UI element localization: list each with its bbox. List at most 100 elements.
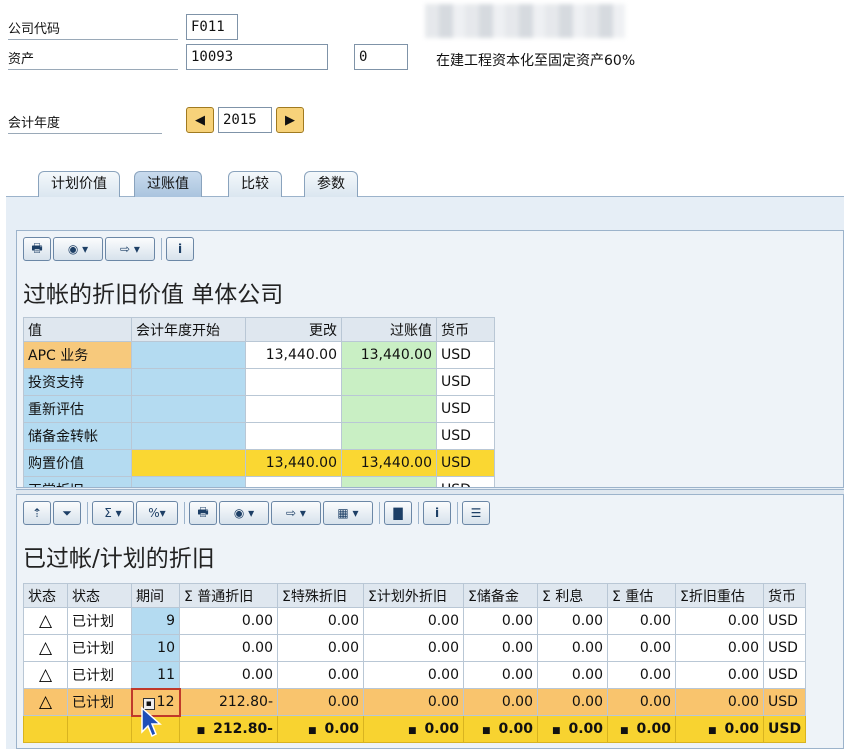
table-row[interactable]: 购置价值 13,440.00 13,440.00 USD	[23, 449, 495, 477]
print-button-lower[interactable]: 🖶	[189, 501, 217, 525]
tab-comparison[interactable]: 比较	[228, 171, 282, 197]
info-icon: i	[177, 242, 183, 256]
total-cell: ■ 0.00	[363, 715, 464, 743]
cell: 0.00	[463, 661, 538, 689]
column-header[interactable]: Σ计划外折旧	[363, 583, 464, 608]
column-header[interactable]: Σ 利息	[537, 583, 608, 608]
row-label[interactable]: 投资支持	[23, 368, 132, 396]
warning-triangle-icon: △	[23, 688, 68, 716]
table-row[interactable]: △ 已计划 9 0.00 0.00 0.00 0.00 0.00 0.00 0.…	[23, 607, 807, 635]
export-button-lower[interactable]: ⇨ ▾	[271, 501, 321, 525]
blurred-title	[425, 4, 625, 38]
view-button[interactable]: ◉ ▾	[53, 237, 103, 261]
document-button[interactable]: ☰	[462, 501, 490, 525]
tab-parameters[interactable]: 参数	[304, 171, 358, 197]
toolbar-separator	[161, 238, 162, 260]
column-header[interactable]: 会计年度开始	[131, 317, 246, 342]
filter-button[interactable]: ⏷	[53, 501, 81, 525]
column-header[interactable]: Σ储备金	[463, 583, 538, 608]
table-row[interactable]: 储备金转帐 USD	[23, 422, 495, 450]
cell: 0.00	[179, 634, 278, 662]
view-icon: ◉ ▾	[233, 506, 255, 520]
asset-description: 在建工程资本化至固定资产60%	[436, 53, 636, 69]
cell	[245, 368, 342, 396]
sum-button[interactable]: Σ ▾	[92, 501, 134, 525]
view-button-lower[interactable]: ◉ ▾	[219, 501, 269, 525]
upper-panel-title: 过帐的折旧价值 单体公司	[23, 282, 284, 308]
table-row[interactable]: △ 已计划 11 0.00 0.00 0.00 0.00 0.00 0.00 0…	[23, 661, 807, 689]
info-button-lower[interactable]: i	[423, 501, 451, 525]
column-header[interactable]: 状态	[23, 583, 68, 608]
cell: 0.00	[463, 688, 538, 716]
column-header[interactable]: Σ 普通折旧	[179, 583, 278, 608]
period-cell[interactable]: 9	[131, 607, 180, 635]
cell: 0.00	[537, 688, 608, 716]
cell: 0.00	[277, 607, 364, 635]
cell: 0.00	[363, 661, 464, 689]
printer-icon: 🖶	[31, 240, 43, 255]
fiscal-year-field[interactable]: 2015	[218, 107, 272, 133]
chart-button[interactable]: ▇	[384, 501, 412, 525]
info-button[interactable]: i	[166, 237, 194, 261]
cell: 0.00	[675, 688, 764, 716]
column-header[interactable]: 过账值	[341, 317, 437, 342]
column-header[interactable]: Σ特殊折旧	[277, 583, 364, 608]
asset-label: 资产	[8, 48, 178, 70]
cell: 13,440.00	[341, 341, 437, 369]
table-row[interactable]: APC 业务 13,440.00 13,440.00 USD	[23, 341, 495, 369]
fiscal-year-label: 会计年度	[8, 112, 162, 134]
sort-ascending-button[interactable]: ⇡	[23, 501, 51, 525]
tab-posted-values[interactable]: 过账值	[134, 171, 202, 197]
cell: 212.80-	[179, 688, 278, 716]
toolbar-separator	[379, 502, 380, 524]
column-header[interactable]: Σ折旧重估	[675, 583, 764, 608]
asset-subnumber-field[interactable]: 0	[354, 44, 408, 70]
warning-triangle-icon: △	[23, 661, 68, 689]
export-icon: ⇨ ▾	[286, 506, 306, 520]
toolbar-separator	[184, 502, 185, 524]
row-label[interactable]: APC 业务	[23, 341, 132, 369]
cell: USD	[436, 341, 495, 369]
cell: USD	[436, 449, 495, 477]
table-header-row: 状态 状态 期间 Σ 普通折旧 Σ特殊折旧 Σ计划外折旧 Σ储备金 Σ 利息 Σ…	[23, 583, 807, 608]
cell	[131, 422, 246, 450]
cell	[131, 368, 246, 396]
cell	[131, 341, 246, 369]
status-text: 已计划	[67, 607, 132, 635]
row-label[interactable]: 购置价值	[23, 449, 132, 477]
column-header[interactable]: 值	[23, 317, 132, 342]
subtotal-button[interactable]: %▾	[136, 501, 178, 525]
column-header[interactable]: 更改	[245, 317, 342, 342]
row-label[interactable]: 正常折旧	[23, 476, 132, 487]
row-label[interactable]: 储备金转帐	[23, 422, 132, 450]
cell: 0.00	[537, 661, 608, 689]
period-cell[interactable]: 11	[131, 661, 180, 689]
table-row[interactable]: 正常折旧 USD	[23, 476, 495, 487]
export-button[interactable]: ⇨ ▾	[105, 237, 155, 261]
cell: 0.00	[363, 688, 464, 716]
cell	[67, 715, 132, 743]
posted-values-table: 值 会计年度开始 更改 过账值 货币 APC 业务 13,440.00 13,4…	[23, 317, 495, 487]
column-header[interactable]: 状态	[67, 583, 132, 608]
layout-button[interactable]: ▦ ▾	[323, 501, 373, 525]
company-code-field[interactable]: F011	[186, 14, 238, 40]
table-row[interactable]: 重新评估 USD	[23, 395, 495, 423]
period-cell[interactable]: 10	[131, 634, 180, 662]
column-header[interactable]: 货币	[436, 317, 495, 342]
total-cell: ■ 0.00	[675, 715, 764, 743]
previous-year-button[interactable]: ◀	[186, 107, 214, 133]
tab-planned-values[interactable]: 计划价值	[38, 171, 120, 197]
triangle-left-icon: ◀	[195, 112, 205, 128]
column-header[interactable]: 货币	[762, 583, 807, 608]
table-row[interactable]: 投资支持 USD	[23, 368, 495, 396]
cell: USD	[762, 688, 807, 716]
cell: 0.00	[675, 661, 764, 689]
table-row[interactable]: △ 已计划 10 0.00 0.00 0.00 0.00 0.00 0.00 0…	[23, 634, 807, 662]
next-year-button[interactable]: ▶	[276, 107, 304, 133]
column-header[interactable]: Σ 重估	[607, 583, 676, 608]
column-header[interactable]: 期间	[131, 583, 180, 608]
print-button[interactable]: 🖶	[23, 237, 51, 261]
asset-number-field[interactable]: 10093	[186, 44, 328, 70]
cell	[131, 449, 246, 477]
row-label[interactable]: 重新评估	[23, 395, 132, 423]
